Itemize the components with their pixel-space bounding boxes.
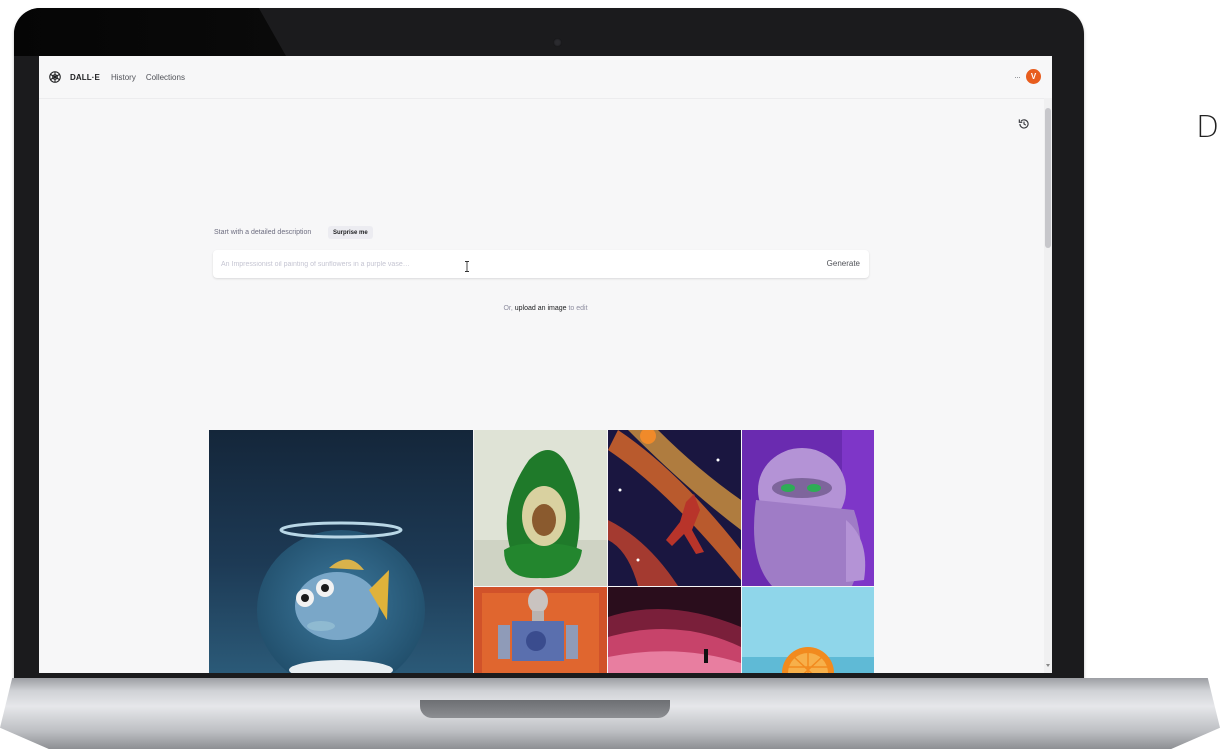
gallery-image-dark-dune[interactable] xyxy=(608,587,741,673)
top-nav: DALL·E History Collections ··· V xyxy=(39,56,1052,99)
example-gallery xyxy=(209,430,874,673)
prompt-input[interactable] xyxy=(221,258,811,270)
nav-collections-link[interactable]: Collections xyxy=(146,73,185,82)
gallery-image-astronaut[interactable] xyxy=(608,430,741,586)
laptop-notch xyxy=(420,700,670,718)
upload-prompt: Or, upload an image to edit xyxy=(39,305,1052,312)
scrollbar-thumb[interactable] xyxy=(1045,108,1051,248)
nav-history-link[interactable]: History xyxy=(111,73,136,82)
lid-reflection xyxy=(14,8,286,56)
upload-suffix: to edit xyxy=(568,305,588,312)
gallery-image-robot-painting[interactable] xyxy=(474,587,607,673)
more-menu-icon[interactable]: ··· xyxy=(1014,72,1021,82)
scroll-down-icon[interactable] xyxy=(1046,664,1050,667)
gallery-image-fish-bowl[interactable] xyxy=(209,430,473,673)
upload-prefix: Or, xyxy=(503,305,513,312)
upload-image-link[interactable]: upload an image xyxy=(515,305,567,312)
webcam xyxy=(553,38,562,47)
prompt-field: Generate xyxy=(213,250,869,278)
side-text: D xyxy=(1196,110,1220,145)
brand-name[interactable]: DALL·E xyxy=(70,73,100,82)
gallery-image-orange-slice[interactable] xyxy=(742,587,874,673)
generate-button[interactable]: Generate xyxy=(827,259,860,268)
account-area: ··· V xyxy=(1014,69,1041,84)
gallery-image-avocado-chair[interactable] xyxy=(474,430,607,586)
prompt-label: Start with a detailed description xyxy=(214,229,312,236)
surprise-me-button[interactable]: Surprise me xyxy=(328,226,373,239)
app-screen: DALL·E History Collections ··· V Start w… xyxy=(39,56,1052,673)
user-avatar[interactable]: V xyxy=(1026,69,1041,84)
gallery-image-purple-monster[interactable] xyxy=(742,430,874,586)
history-icon[interactable] xyxy=(1017,117,1031,131)
text-cursor-icon xyxy=(465,261,469,272)
openai-logo-icon[interactable] xyxy=(48,70,62,84)
